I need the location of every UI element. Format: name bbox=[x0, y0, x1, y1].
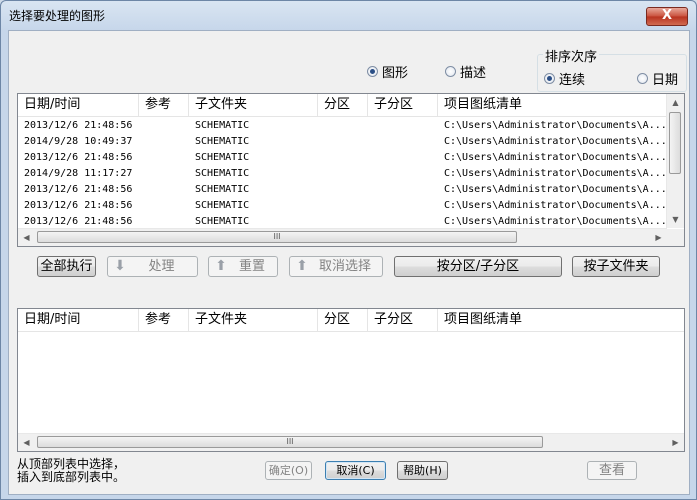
top-list-hscroll-thumb[interactable]: III bbox=[37, 231, 517, 243]
col-datetime[interactable]: 日期/时间 bbox=[18, 309, 139, 331]
table-row[interactable]: 2013/12/6 21:48:56 SCHEMATIC C:\Users\Admi… bbox=[18, 150, 667, 166]
radio-sort-date-label[interactable]: 日期 bbox=[652, 69, 678, 88]
col-subsection[interactable]: 子分区 bbox=[368, 309, 438, 331]
col-project-list[interactable]: 项目图纸清单 bbox=[438, 309, 682, 331]
top-list-vscroll-thumb[interactable] bbox=[669, 112, 681, 174]
hint-line-2: 插入到底部列表中。 bbox=[17, 470, 126, 484]
table-row[interactable]: 2014/9/28 10:49:37 SCHEMATIC C:\Users\Admi… bbox=[18, 134, 667, 150]
radio-graphics[interactable] bbox=[367, 66, 378, 77]
arrow-down-icon: ⬇ bbox=[114, 258, 126, 274]
scroll-left-icon[interactable]: ◀ bbox=[18, 434, 35, 451]
view-button[interactable]: 查看 bbox=[587, 461, 637, 480]
table-cell-project: C:\Users\Administrator\Documents\A... bbox=[444, 184, 667, 195]
table-row[interactable]: 2013/12/6 21:48:56 SCHEMATIC C:\Users\Admi… bbox=[18, 198, 667, 214]
bottom-drawing-list[interactable]: 日期/时间 参考 子文件夹 分区 子分区 项目图纸清单 ◀ III ▶ bbox=[17, 308, 685, 452]
table-cell-datetime: 2013/12/6 21:48:56 bbox=[24, 152, 133, 163]
table-cell-project: C:\Users\Administrator\Documents\A... bbox=[444, 136, 667, 147]
cancel-button[interactable]: 取消(C) bbox=[325, 461, 386, 480]
radio-description-label[interactable]: 描述 bbox=[460, 62, 486, 81]
process-button[interactable]: ⬇ 处理 bbox=[107, 256, 198, 277]
table-cell-project: C:\Users\Administrator\Documents\A... bbox=[444, 120, 667, 131]
reset-button[interactable]: ⬆ 重置 bbox=[208, 256, 278, 277]
radio-description[interactable] bbox=[445, 66, 456, 77]
bottom-list-header: 日期/时间 参考 子文件夹 分区 子分区 项目图纸清单 bbox=[18, 309, 684, 332]
dialog-client: 图形 描述 排序次序 连续 日期 日期/时间 参考 子文件夹 分区 子分区 项目… bbox=[8, 30, 690, 495]
table-cell-folder: SCHEMATIC bbox=[195, 152, 250, 163]
table-cell-datetime: 2014/9/28 10:49:37 bbox=[24, 136, 133, 147]
scroll-corner bbox=[667, 229, 684, 246]
col-reference[interactable]: 参考 bbox=[139, 309, 189, 331]
top-list-vscroll[interactable]: ▲ ▼ bbox=[666, 94, 684, 228]
by-section-button[interactable]: 按分区/子分区 bbox=[394, 256, 562, 277]
table-cell-folder: SCHEMATIC bbox=[195, 136, 250, 147]
top-list-header: 日期/时间 参考 子文件夹 分区 子分区 项目图纸清单 bbox=[18, 94, 684, 117]
close-icon: X bbox=[661, 8, 673, 23]
table-cell-project: C:\Users\Administrator\Documents\A... bbox=[444, 168, 667, 179]
col-subfolder[interactable]: 子文件夹 bbox=[189, 94, 318, 116]
table-cell-folder: SCHEMATIC bbox=[195, 120, 250, 131]
table-cell-folder: SCHEMATIC bbox=[195, 168, 250, 179]
scroll-up-icon[interactable]: ▲ bbox=[667, 94, 684, 111]
table-cell-folder: SCHEMATIC bbox=[195, 184, 250, 195]
table-row[interactable]: 2013/12/6 21:48:56 SCHEMATIC C:\Users\Admi… bbox=[18, 118, 667, 134]
table-cell-datetime: 2013/12/6 21:48:56 bbox=[24, 200, 133, 211]
col-datetime[interactable]: 日期/时间 bbox=[18, 94, 139, 116]
window-title: 选择要处理的图形 bbox=[9, 9, 106, 23]
table-cell-datetime: 2013/12/6 21:48:56 bbox=[24, 184, 133, 195]
table-row[interactable]: 2014/9/28 11:17:27 SCHEMATIC C:\Users\Admi… bbox=[18, 166, 667, 182]
table-cell-folder: SCHEMATIC bbox=[195, 200, 250, 211]
table-cell-project: C:\Users\Administrator\Documents\A... bbox=[444, 152, 667, 163]
by-subfolder-button[interactable]: 按子文件夹 bbox=[572, 256, 660, 277]
scroll-right-icon[interactable]: ▶ bbox=[650, 229, 667, 246]
scroll-right-icon[interactable]: ▶ bbox=[667, 434, 684, 451]
col-subsection[interactable]: 子分区 bbox=[368, 94, 438, 116]
arrow-up-icon: ⬆ bbox=[296, 258, 308, 274]
table-cell-datetime: 2014/9/28 11:17:27 bbox=[24, 168, 133, 179]
table-cell-project: C:\Users\Administrator\Documents\A... bbox=[444, 200, 667, 211]
deselect-button[interactable]: ⬆ 取消选择 bbox=[289, 256, 383, 277]
ok-button[interactable]: 确定(O) bbox=[265, 461, 312, 480]
top-drawing-list[interactable]: 日期/时间 参考 子文件夹 分区 子分区 项目图纸清单 2013/12/6 21… bbox=[17, 93, 685, 247]
scroll-down-icon[interactable]: ▼ bbox=[667, 211, 684, 228]
close-button[interactable]: X bbox=[646, 7, 688, 26]
bottom-list-hscroll-thumb[interactable]: III bbox=[37, 436, 543, 448]
top-list-hscroll[interactable]: ◀ III ▶ bbox=[18, 228, 667, 246]
sort-order-title: 排序次序 bbox=[543, 46, 600, 65]
radio-sort-sequential-label[interactable]: 连续 bbox=[559, 69, 585, 88]
arrow-up-icon: ⬆ bbox=[215, 258, 227, 274]
table-cell-datetime: 2013/12/6 21:48:56 bbox=[24, 120, 133, 131]
dialog-window: 选择要处理的图形 X 图形 描述 排序次序 连续 日期 日期/时间 参考 子文件… bbox=[0, 0, 697, 500]
table-row[interactable]: 2013/12/6 21:48:56 SCHEMATIC C:\Users\Admi… bbox=[18, 182, 667, 198]
help-button[interactable]: 帮助(H) bbox=[397, 461, 448, 480]
title-bar[interactable]: 选择要处理的图形 X bbox=[1, 1, 696, 29]
col-subfolder[interactable]: 子文件夹 bbox=[189, 309, 318, 331]
col-section[interactable]: 分区 bbox=[318, 309, 368, 331]
bottom-list-hscroll[interactable]: ◀ III ▶ bbox=[18, 433, 684, 451]
col-section[interactable]: 分区 bbox=[318, 94, 368, 116]
radio-sort-date[interactable] bbox=[637, 73, 648, 84]
col-reference[interactable]: 参考 bbox=[139, 94, 189, 116]
scroll-left-icon[interactable]: ◀ bbox=[18, 229, 35, 246]
radio-graphics-label[interactable]: 图形 bbox=[382, 62, 408, 81]
radio-sort-sequential[interactable] bbox=[544, 73, 555, 84]
execute-all-button[interactable]: 全部执行 bbox=[37, 256, 96, 277]
col-project-list[interactable]: 项目图纸清单 bbox=[438, 94, 666, 116]
